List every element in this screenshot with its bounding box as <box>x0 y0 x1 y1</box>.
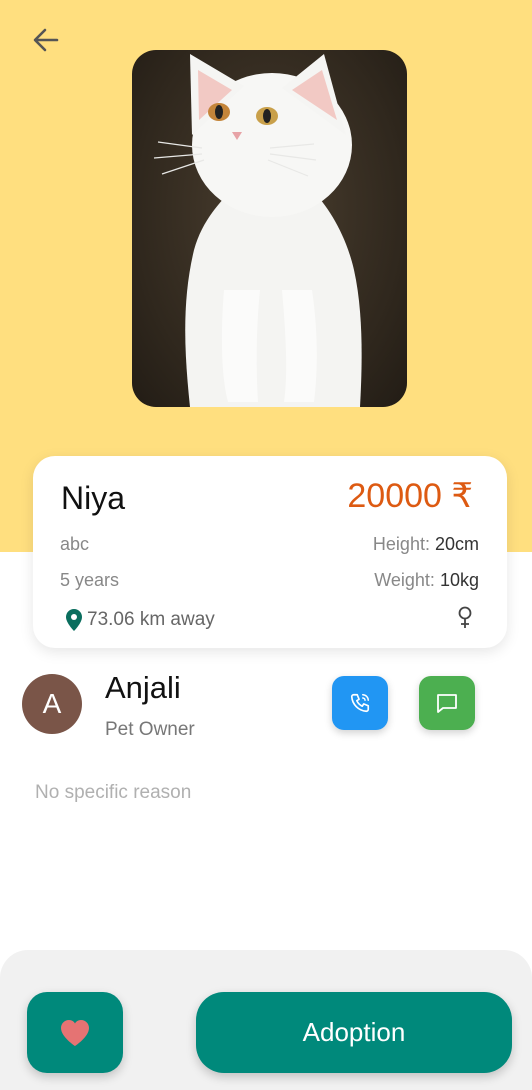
height-value: 20cm <box>434 534 479 554</box>
location-pin-icon <box>66 609 82 631</box>
favorite-button[interactable] <box>27 992 123 1073</box>
arrow-left-icon <box>33 28 59 52</box>
pet-info-card: Niya 20000 ₹ abc Height: 20cm 5 years We… <box>33 456 507 648</box>
pet-breed: abc <box>60 534 90 554</box>
pet-age: 5 years <box>60 570 120 590</box>
owner-role: Pet Owner <box>105 719 195 740</box>
pet-height: Height: 20cm <box>373 534 479 555</box>
pet-photo <box>132 50 407 407</box>
chat-button[interactable] <box>419 676 475 730</box>
call-button[interactable] <box>332 676 388 730</box>
weight-value: 10kg <box>439 570 479 590</box>
owner-name: Anjali <box>105 670 181 705</box>
height-label: Height: <box>372 534 430 554</box>
adoption-button[interactable]: Adoption <box>196 992 512 1073</box>
distance-text: 73.06 km away <box>87 609 215 630</box>
back-button[interactable] <box>26 20 66 60</box>
pet-price: 20000 ₹ <box>347 477 473 515</box>
avatar: A <box>22 674 82 734</box>
distance-row: 73.06 km away <box>65 608 215 632</box>
female-icon <box>458 606 472 628</box>
white-cat-photo <box>153 54 362 407</box>
adoption-reason: No specific reason <box>35 782 192 803</box>
message-icon <box>437 694 457 713</box>
weight-label: Weight: <box>374 570 435 590</box>
pet-weight: Weight: 10kg <box>374 570 479 591</box>
phone-icon <box>350 693 370 713</box>
heart-icon <box>61 1019 89 1046</box>
pet-name: Niya <box>61 480 126 516</box>
